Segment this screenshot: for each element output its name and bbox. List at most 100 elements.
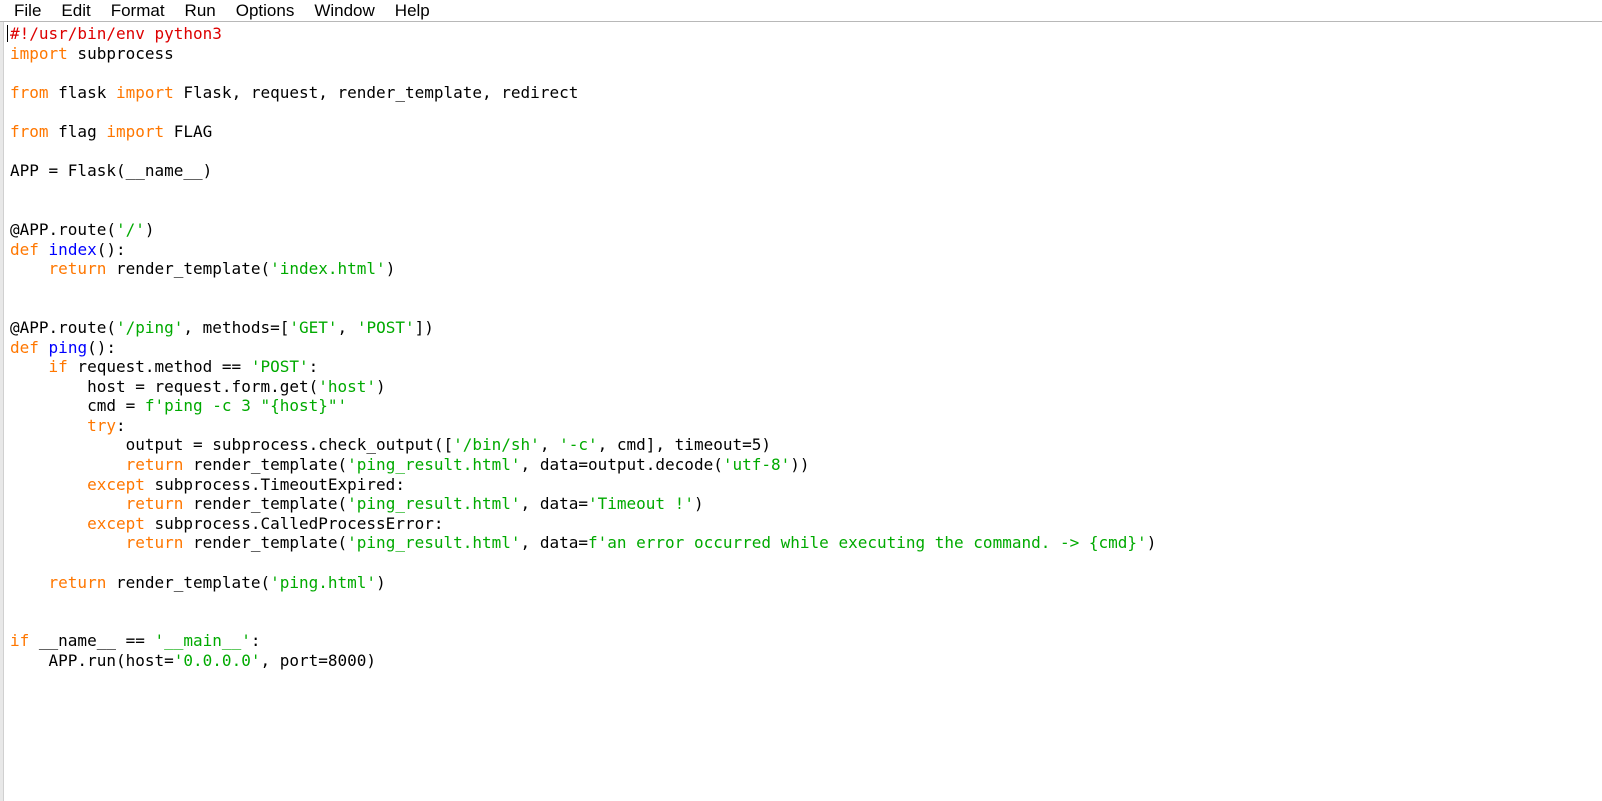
code-token: ) bbox=[376, 376, 386, 396]
code-token: return bbox=[125, 494, 184, 514]
code-line: @APP.route('/ping', methods=['GET', 'POS… bbox=[10, 318, 1156, 338]
code-token: ) bbox=[1146, 533, 1157, 553]
code-token: Flask, request, render_template, redirec… bbox=[173, 82, 579, 102]
code-token: def bbox=[10, 239, 39, 259]
code-token: subprocess.TimeoutExpired: bbox=[144, 474, 405, 494]
code-line: def ping(): bbox=[10, 338, 1156, 358]
code-editor[interactable]: #!/usr/bin/env python3import subprocess​… bbox=[4, 22, 1602, 801]
code-token: FLAG bbox=[164, 121, 213, 141]
code-token: ping bbox=[48, 337, 88, 357]
code-token: cmd = bbox=[10, 396, 145, 416]
code-token: return bbox=[125, 533, 184, 553]
code-token: 'ping_result.html' bbox=[347, 494, 521, 514]
code-token: flag bbox=[48, 121, 107, 141]
code-token: @APP.route( bbox=[10, 317, 116, 337]
code-token: , cmd], timeout=5) bbox=[597, 435, 771, 455]
code-token: ) bbox=[144, 219, 155, 239]
code-line: ​ bbox=[10, 279, 1156, 299]
code-token: '/bin/sh' bbox=[453, 435, 540, 455]
code-token: , bbox=[539, 435, 560, 455]
menu-window[interactable]: Window bbox=[304, 1, 384, 21]
code-token: , data=output.decode( bbox=[520, 455, 723, 475]
menu-bar: File Edit Format Run Options Window Help bbox=[0, 0, 1602, 22]
code-token: 'ping.html' bbox=[270, 572, 377, 592]
code-token: '-c' bbox=[559, 435, 598, 455]
code-token: output = subprocess.check_output([ bbox=[10, 435, 454, 455]
code-token: return bbox=[125, 455, 184, 475]
code-token: ) bbox=[376, 572, 386, 592]
code-token: host = request.form.get( bbox=[10, 376, 319, 396]
code-text-area[interactable]: #!/usr/bin/env python3import subprocess​… bbox=[10, 24, 1156, 671]
code-line: from flask import Flask, request, render… bbox=[10, 83, 1156, 103]
code-line: output = subprocess.check_output(['/bin/… bbox=[10, 435, 1156, 455]
code-line: ​ bbox=[10, 612, 1156, 632]
code-token: : bbox=[115, 415, 126, 435]
code-token: '/' bbox=[115, 219, 145, 239]
code-token: ]) bbox=[414, 317, 434, 337]
code-token: ) bbox=[693, 494, 704, 514]
code-token: , methods=[ bbox=[183, 317, 290, 337]
code-line: if __name__ == '__main__': bbox=[10, 631, 1156, 651]
code-token: '/ping' bbox=[115, 317, 184, 337]
menu-options[interactable]: Options bbox=[226, 1, 305, 21]
code-line: except subprocess.TimeoutExpired: bbox=[10, 475, 1156, 495]
code-token: : bbox=[308, 357, 319, 377]
code-line: return render_template('ping_result.html… bbox=[10, 455, 1156, 475]
code-token: __name__ == bbox=[29, 631, 155, 651]
code-token: request.method == bbox=[67, 357, 251, 377]
code-token: , bbox=[337, 317, 357, 337]
code-line: try: bbox=[10, 416, 1156, 436]
code-token: f'ping -c 3 "{host}"' bbox=[144, 396, 348, 416]
code-token: , data= bbox=[520, 494, 588, 514]
code-token: subprocess.CalledProcessError: bbox=[144, 513, 444, 533]
code-token: render_template( bbox=[183, 494, 348, 514]
code-token: render_template( bbox=[106, 259, 271, 279]
code-token: import bbox=[10, 43, 68, 63]
code-line: ​ bbox=[10, 63, 1156, 83]
code-token: (): bbox=[87, 337, 116, 357]
code-token: 'GET' bbox=[289, 317, 338, 337]
code-line: return render_template('ping_result.html… bbox=[10, 494, 1156, 514]
code-token: '__main__' bbox=[154, 631, 251, 651]
code-line: @APP.route('/') bbox=[10, 220, 1156, 240]
code-token: from bbox=[10, 121, 49, 141]
code-line: ​ bbox=[10, 592, 1156, 612]
code-line: cmd = f'ping -c 3 "{host}"' bbox=[10, 396, 1156, 416]
code-line: ​ bbox=[10, 181, 1156, 201]
code-token: 'index.html' bbox=[270, 259, 386, 279]
code-token: '0.0.0.0' bbox=[173, 651, 261, 670]
menu-file[interactable]: File bbox=[0, 1, 51, 21]
code-token: 'Timeout !' bbox=[587, 494, 694, 514]
code-token: render_template( bbox=[183, 533, 348, 553]
menu-edit[interactable]: Edit bbox=[51, 1, 100, 21]
menu-format[interactable]: Format bbox=[101, 1, 175, 21]
code-line: except subprocess.CalledProcessError: bbox=[10, 514, 1156, 534]
menu-help[interactable]: Help bbox=[385, 1, 440, 21]
code-token: def bbox=[10, 337, 39, 357]
code-line: ​ bbox=[10, 200, 1156, 220]
code-token: f'an error occurred while executing the … bbox=[587, 533, 1147, 553]
code-token: 'POST' bbox=[356, 317, 415, 337]
code-token: #!/usr/bin/env python3 bbox=[10, 24, 222, 43]
code-line: ​ bbox=[10, 102, 1156, 122]
code-token: if bbox=[48, 357, 68, 377]
code-line: return render_template('ping_result.html… bbox=[10, 533, 1157, 553]
code-token: APP = Flask(__name__) bbox=[10, 161, 213, 181]
code-token: 'ping_result.html' bbox=[347, 455, 521, 475]
code-line: ​ bbox=[10, 553, 1156, 573]
code-line: return render_template('ping.html') bbox=[10, 573, 1156, 593]
code-token: , data= bbox=[520, 533, 588, 553]
code-token: index bbox=[48, 239, 97, 259]
menu-run[interactable]: Run bbox=[175, 1, 226, 21]
code-token: render_template( bbox=[183, 455, 348, 475]
